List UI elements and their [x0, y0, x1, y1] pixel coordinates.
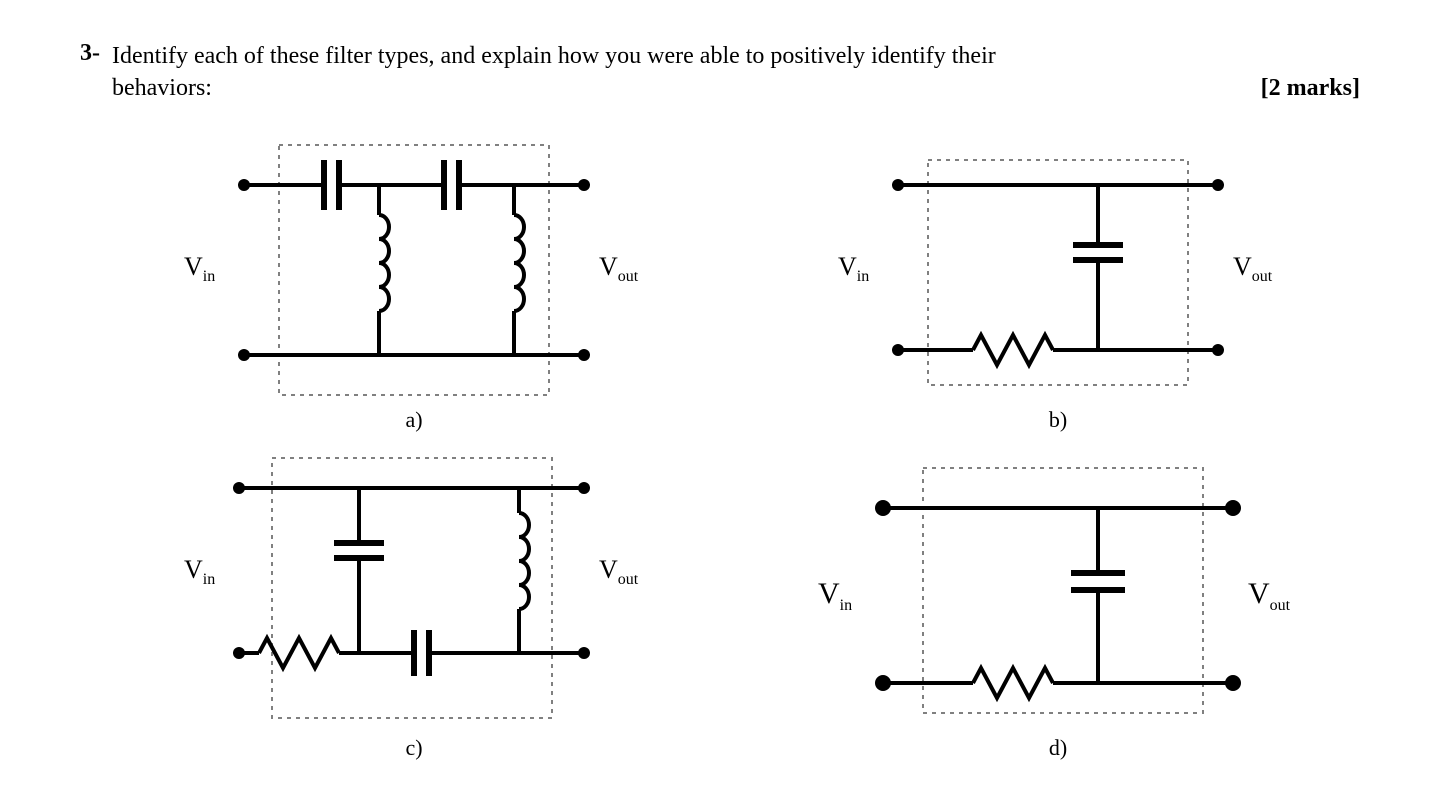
terminal-dot [238, 179, 250, 191]
terminal-dot [578, 647, 590, 659]
circuit-c-svg: Vin Vout [164, 443, 664, 733]
circuit-c-cell: Vin Vout c) [112, 443, 716, 761]
terminal-dot [1212, 344, 1224, 356]
terminal-dot [238, 349, 250, 361]
question-text-line1: Identify each of these filter types, and… [112, 40, 1360, 72]
circuit-d-cell: Vin Vout d) [756, 443, 1360, 761]
circuit-a-label: a) [112, 407, 716, 433]
terminal-dot [578, 349, 590, 361]
circuit-b-svg: Vin Vout [823, 125, 1293, 405]
terminal-dot [875, 500, 891, 516]
question-number: 3- [80, 40, 100, 67]
circuit-c-label: c) [112, 735, 716, 761]
vin-label: Vin [818, 577, 852, 614]
terminal-dot [578, 179, 590, 191]
resistor-zigzag [973, 668, 1053, 698]
circuit-b-cell: Vin Vout b) [756, 125, 1360, 433]
terminal-dot [1212, 179, 1224, 191]
circuit-b-label: b) [756, 407, 1360, 433]
terminal-dot [892, 344, 904, 356]
dotted-box [272, 458, 552, 718]
question-body: Identify each of these filter types, and… [112, 40, 1360, 761]
question-marks: [2 marks] [1261, 75, 1360, 102]
circuit-a-svg: Vin Vout [164, 125, 664, 405]
vout-label: Vout [599, 555, 639, 588]
circuit-a-cell: Vin Vout a) [112, 125, 716, 433]
terminal-dot [1225, 675, 1241, 691]
vin-label: Vin [838, 252, 869, 285]
question-block: 3- Identify each of these filter types, … [80, 40, 1360, 761]
terminal-dot [233, 647, 245, 659]
vin-label: Vin [184, 555, 215, 588]
dotted-box [279, 145, 549, 395]
inductor-coil [514, 215, 524, 311]
inductor-coil [379, 215, 389, 311]
terminal-dot [875, 675, 891, 691]
terminal-dot [892, 179, 904, 191]
circuits-grid: Vin Vout a) [112, 125, 1360, 761]
dotted-box [923, 468, 1203, 713]
question-text-line2: behaviors: [112, 72, 212, 104]
circuit-d-label: d) [756, 735, 1360, 761]
inductor-coil [519, 513, 529, 609]
terminal-dot [578, 482, 590, 494]
terminal-dot [1225, 500, 1241, 516]
resistor-zigzag [973, 335, 1053, 365]
vout-label: Vout [1233, 252, 1273, 285]
terminal-dot [233, 482, 245, 494]
vout-label: Vout [1248, 577, 1291, 614]
vin-label: Vin [184, 252, 215, 285]
circuit-d-svg: Vin Vout [808, 443, 1308, 733]
vout-label: Vout [599, 252, 639, 285]
